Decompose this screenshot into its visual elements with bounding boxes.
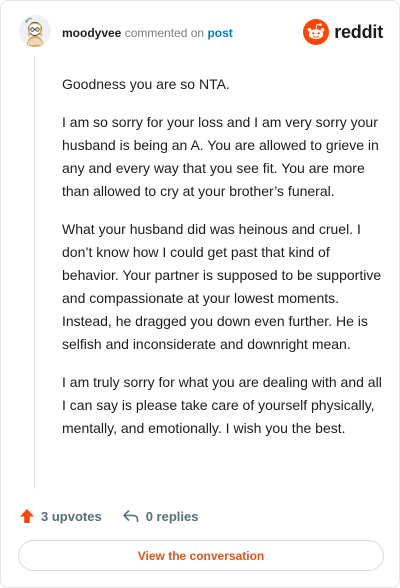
upvote-arrow-icon [20,509,34,523]
user-avatar[interactable] [19,15,51,47]
comment-paragraph: I am truly sorry for what you are dealin… [62,374,382,436]
comment-paragraph: Goodness you are so NTA. [62,76,230,92]
comment-body: Goodness you are so NTA. I am so sorry f… [62,73,384,455]
comment-header: moodyvee commented on post reddit [19,15,385,53]
reddit-snoo-icon [303,19,330,45]
avatar-illustration-icon [19,15,51,47]
upvote-button[interactable]: 3 upvotes [19,508,102,524]
view-conversation-button[interactable]: View the conversation [18,540,384,571]
thread-line [34,57,35,489]
reddit-logo[interactable]: reddit [303,19,383,45]
comment-byline: moodyvee commented on post [62,26,233,40]
replies-button[interactable]: 0 replies [122,508,199,524]
post-link[interactable]: post [207,26,232,40]
comment-actions: 3 upvotes 0 replies [19,506,218,526]
comment-paragraph: What your husband did was heinous and cr… [62,221,382,352]
reply-arrow-icon [122,510,138,523]
reddit-wordmark: reddit [334,22,383,42]
reply-count: 0 replies [145,508,199,524]
comment-card: moodyvee commented on post reddit Goodne… [0,0,400,588]
comment-paragraph: I am so sorry for your loss and I am ver… [62,114,379,199]
username-link[interactable]: moodyvee [62,26,121,40]
upvote-count: 3 upvotes [41,508,102,524]
commented-on-label: commented on [124,26,205,40]
